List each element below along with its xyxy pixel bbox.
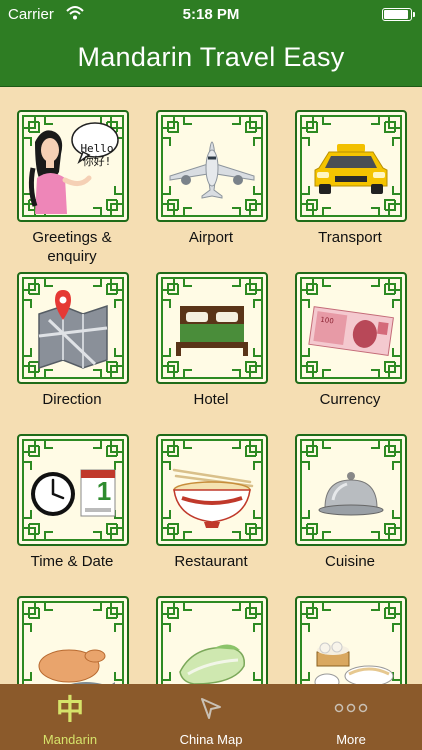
tile-frame <box>156 596 268 684</box>
category-label: Time & Date <box>30 553 114 570</box>
tile-frame <box>156 110 268 222</box>
category-label: Greetings & enquiry <box>32 229 112 265</box>
status-bar: Carrier 5:18 PM <box>0 0 422 28</box>
tile-frame <box>156 434 268 546</box>
tile-frame: 1 <box>17 434 129 546</box>
speech-bubble-text: Hello 你好! <box>80 142 114 168</box>
tab-more[interactable]: More <box>281 684 421 750</box>
map-pin-icon <box>38 290 108 370</box>
bed-icon <box>176 306 248 356</box>
cabbage-icon <box>179 644 245 684</box>
tile-frame <box>295 596 407 684</box>
category-label: Currency <box>319 391 381 408</box>
tile-frame: 100 <box>295 272 407 384</box>
tile-frame <box>295 110 407 222</box>
tab-china-map[interactable]: China Map <box>141 684 281 750</box>
location-arrow-icon <box>141 692 281 724</box>
category-label: Airport <box>188 229 234 246</box>
battery-icon <box>382 8 415 21</box>
tab-mandarin[interactable]: 中 Mandarin <box>0 684 140 750</box>
tile-frame <box>295 434 407 546</box>
page-title: Mandarin Travel Easy <box>77 41 345 72</box>
tab-label: China Map <box>179 732 243 747</box>
chicken-fish-icon <box>38 649 115 684</box>
more-dots-icon <box>281 692 421 724</box>
navigation-bar: Mandarin Travel Easy <box>0 28 422 87</box>
tab-label: Mandarin <box>42 732 98 747</box>
noodle-bowl-icon <box>172 468 254 528</box>
zhong-character-icon: 中 <box>55 693 84 726</box>
category-label: Transport <box>318 229 382 246</box>
tile-frame: Hello 你好! <box>17 110 129 222</box>
tile-frame <box>156 272 268 384</box>
category-label: Direction <box>42 391 102 408</box>
category-label: Cuisine <box>324 553 376 570</box>
cloche-icon <box>318 472 384 516</box>
tab-label: More <box>336 732 366 747</box>
category-label: Restaurant <box>174 553 248 570</box>
dim-sum-icon <box>314 641 394 684</box>
airplane-icon <box>169 141 255 199</box>
calendar-day: 1 <box>96 476 112 506</box>
tile-frame <box>17 596 129 684</box>
clock: 5:18 PM <box>182 6 240 23</box>
tile-frame <box>17 272 129 384</box>
taxi-icon <box>314 144 388 194</box>
category-label: Hotel <box>193 391 229 408</box>
tab-bar: 中 Mandarin China Map More <box>0 684 422 750</box>
category-grid: Hello 你好! Greetings & enquiry Airport Tr… <box>0 86 422 684</box>
banknote-icon: 100 <box>308 306 394 356</box>
